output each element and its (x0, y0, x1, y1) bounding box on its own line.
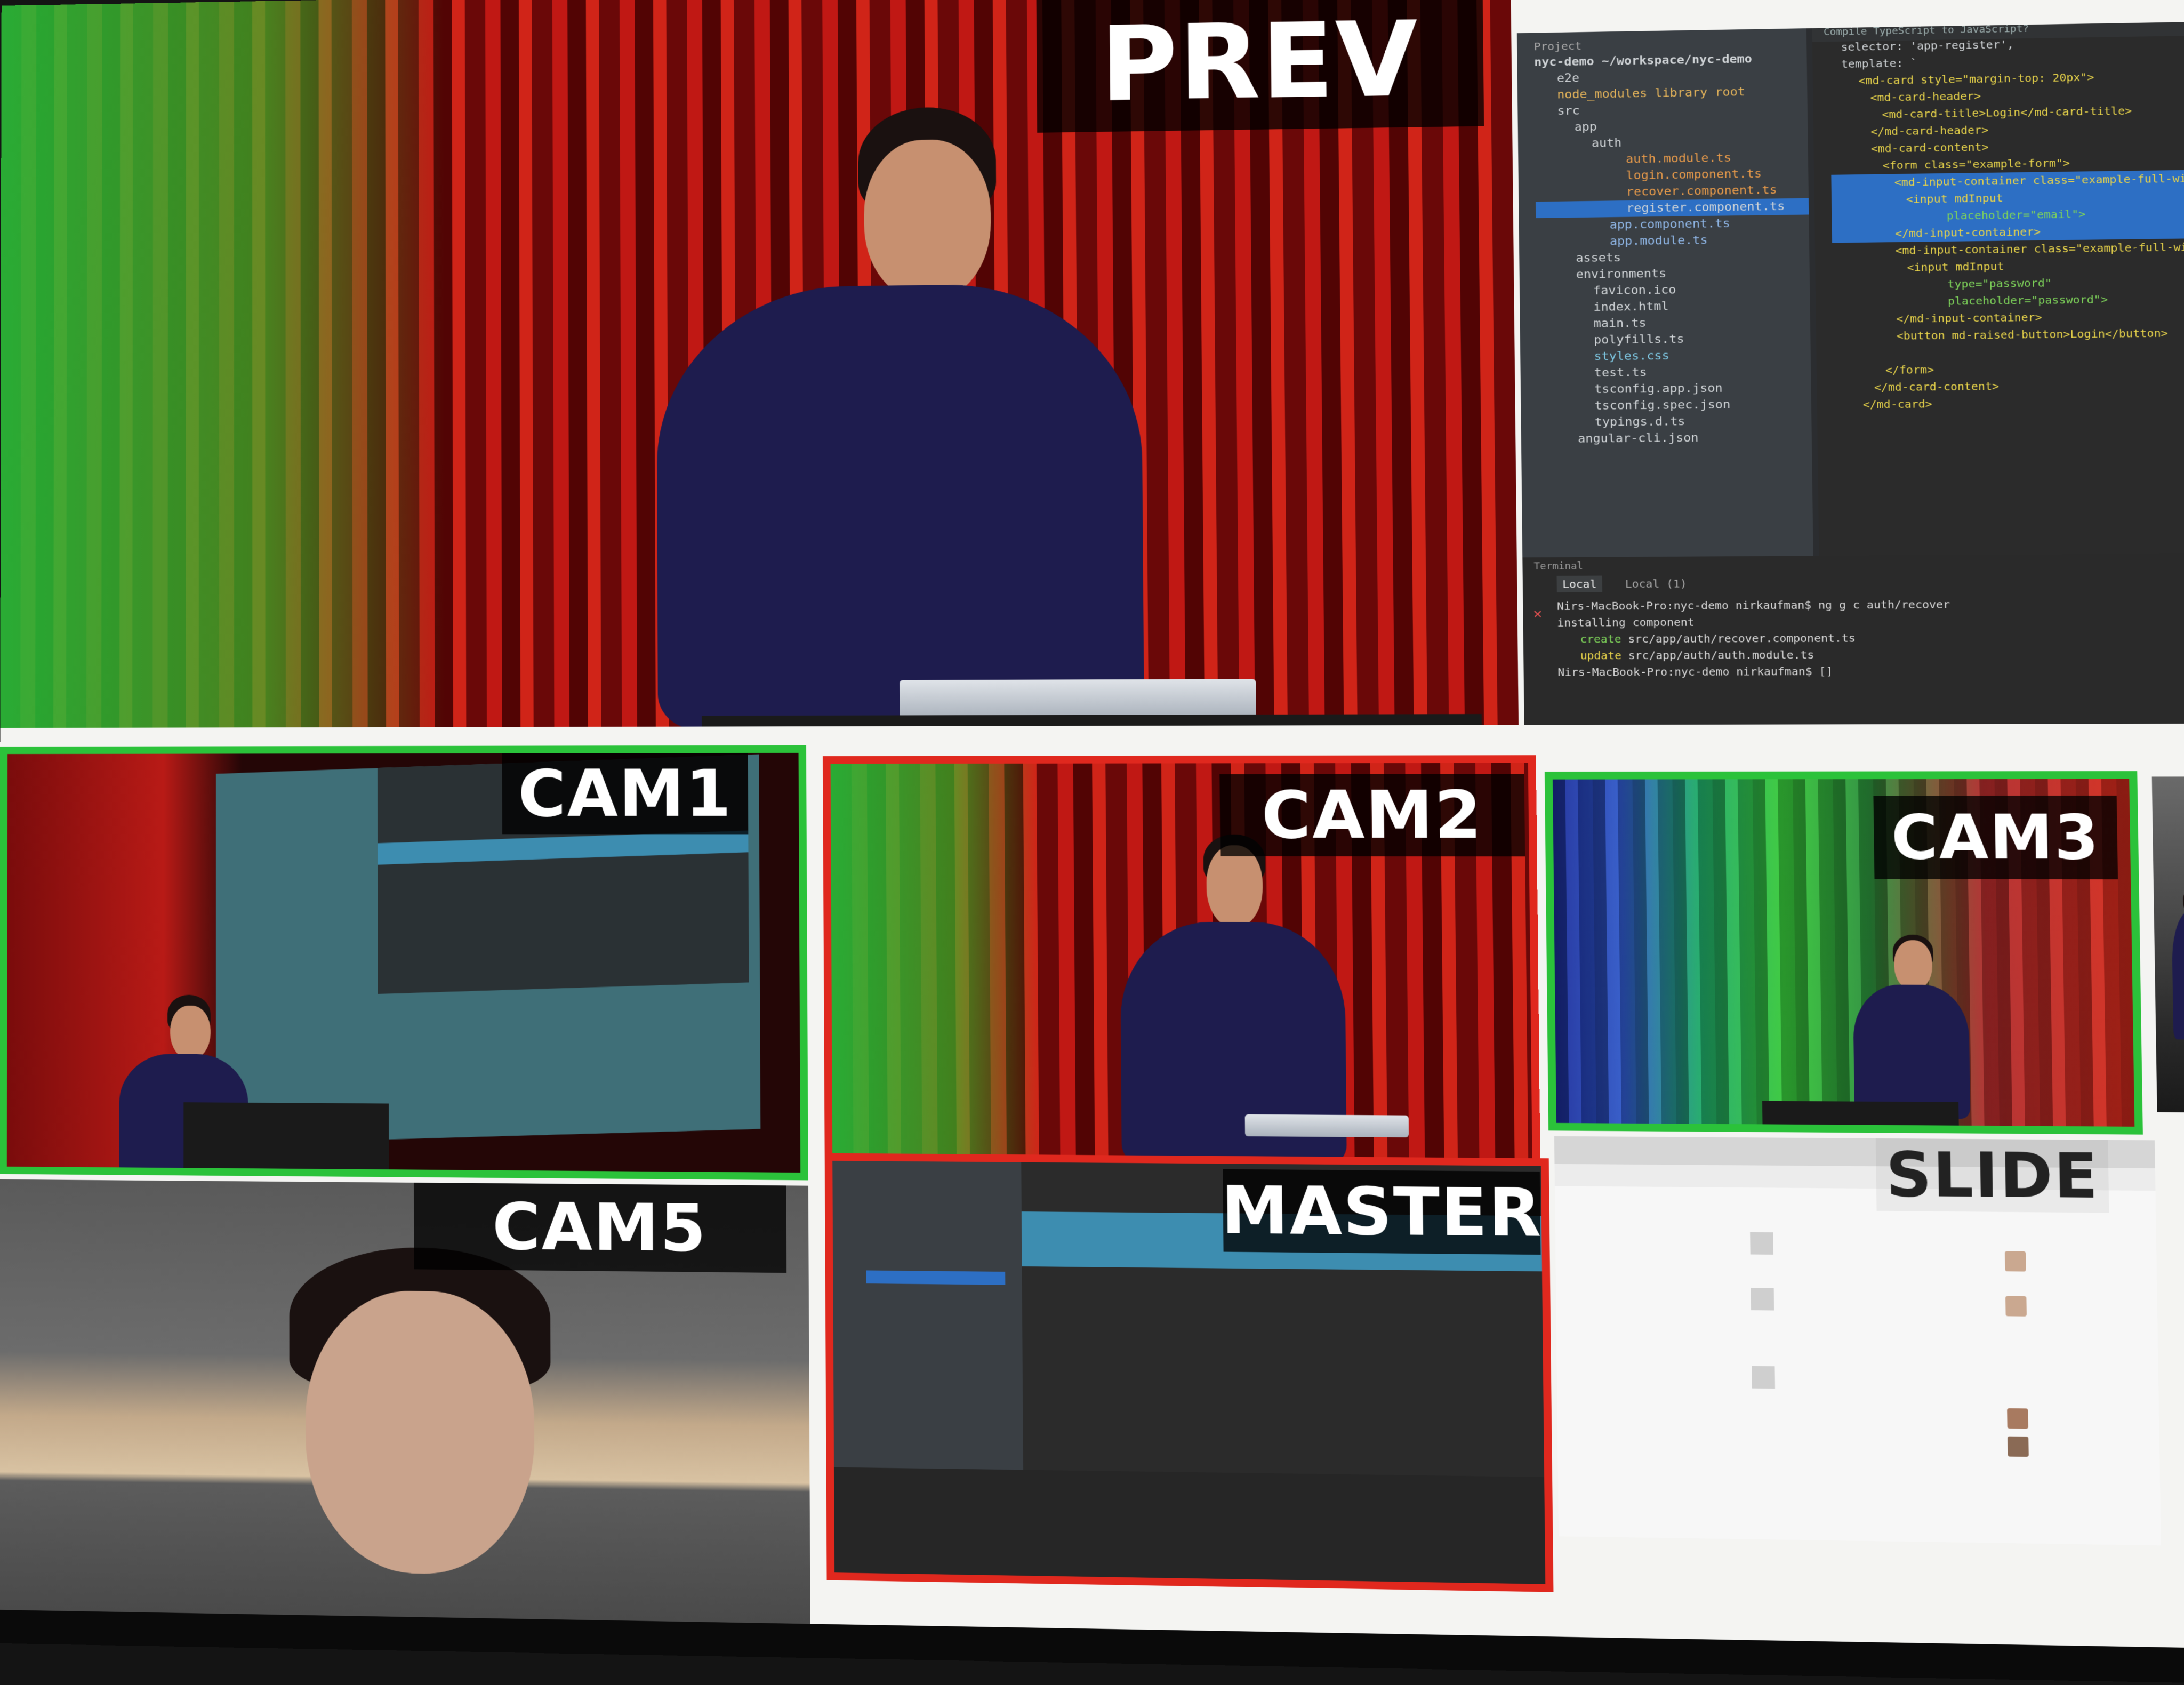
cam4-tile[interactable] (2151, 776, 2184, 1113)
close-icon[interactable]: ✕ (1533, 606, 1542, 622)
terminal-tab-local[interactable]: Local (1556, 575, 1603, 592)
cam2-tile[interactable]: CAM2 (822, 755, 1541, 1197)
avatar (2007, 1408, 2029, 1429)
cam2-label: CAM2 (1219, 774, 1525, 857)
tree-file-selected[interactable]: register.component.ts (1536, 198, 1809, 218)
presenter (645, 104, 1145, 728)
avatar (2004, 1251, 2026, 1272)
avatar (2007, 1436, 2029, 1457)
presenter-head (863, 139, 992, 302)
slide-tile[interactable]: SLIDE (1554, 1136, 2161, 1546)
cam5-label: CAM5 (414, 1182, 787, 1273)
terminal-line: installing component (1557, 615, 1695, 629)
tree-file[interactable]: test.ts (1537, 363, 1811, 382)
cam3-label: CAM3 (1873, 796, 2118, 880)
multiview-monitor: PREV Project nyc-demo ~/workspace/nyc-de… (0, 0, 2184, 1685)
master-tile[interactable]: MASTER (824, 1153, 1554, 1592)
prev-tile[interactable]: PREV (0, 0, 1519, 728)
tree-file[interactable]: tsconfig.app.json (1538, 380, 1811, 399)
cam5-tile[interactable]: CAM5 (0, 1179, 810, 1624)
terminal-create-path: src/app/auth/recover.component.ts (1628, 631, 1856, 646)
slide-thumbnail (1751, 1288, 1774, 1311)
terminal-panel[interactable]: Terminal Local Local (1) ✕ Nirs-MacBook-… (1522, 553, 2184, 725)
code-line: <button md-raised-button>Login</button> (1896, 326, 2168, 342)
tree-file[interactable]: angular-cli.json (1538, 429, 1812, 448)
cam1-tile[interactable]: CAM1 (0, 745, 808, 1181)
multiview-screen: PREV Project nyc-demo ~/workspace/nyc-de… (0, 0, 2184, 1649)
terminal-update-keyword: update (1580, 648, 1622, 662)
slide-label: SLIDE (1875, 1138, 2109, 1213)
laptop (900, 679, 1256, 718)
prev-label: PREV (1036, 0, 1484, 133)
tree-file[interactable]: polyfills.ts (1537, 330, 1811, 349)
slide-thumbnail (1752, 1366, 1776, 1389)
code-editor[interactable]: Compile TypeScript to JavaScript? select… (1812, 21, 2184, 556)
ide-tile[interactable]: Project nyc-demo ~/workspace/nyc-demo e2… (1516, 21, 2184, 725)
master-tree (832, 1160, 1023, 1470)
code-line: </md-card> (1862, 397, 1932, 411)
project-tree: Project nyc-demo ~/workspace/nyc-demo e2… (1516, 28, 1813, 558)
terminal-tab-local-1[interactable]: Local (1) (1619, 575, 1693, 592)
terminal-line: Nirs-MacBook-Pro:nyc-demo nirkaufman$ [] (1557, 664, 1833, 679)
lectern (701, 714, 1482, 728)
master-terminal (834, 1467, 1546, 1584)
presenter-shirt (656, 283, 1145, 728)
presenter (1852, 934, 1971, 1119)
master-label: MASTER (1221, 1169, 1543, 1255)
terminal-update-path: src/app/auth/auth.module.ts (1628, 648, 1814, 662)
tree-file[interactable]: styles.css (1537, 347, 1811, 366)
cam3-tile[interactable]: CAM3 (1544, 771, 2143, 1135)
terminal-line: Nirs-MacBook-Pro:nyc-demo nirkaufman$ ng… (1556, 597, 1950, 613)
tree-file[interactable]: tsconfig.spec.json (1538, 396, 1811, 415)
audience-member (268, 1246, 595, 1624)
ide-window: Project nyc-demo ~/workspace/nyc-demo e2… (1516, 21, 2184, 558)
terminal-create-keyword: create (1580, 632, 1621, 646)
presenter (2165, 888, 2184, 1079)
slide-thumbnail (1750, 1232, 1773, 1255)
cam1-label: CAM1 (502, 753, 749, 835)
tree-file[interactable]: typings.d.ts (1538, 413, 1811, 431)
avatar (2005, 1296, 2027, 1317)
